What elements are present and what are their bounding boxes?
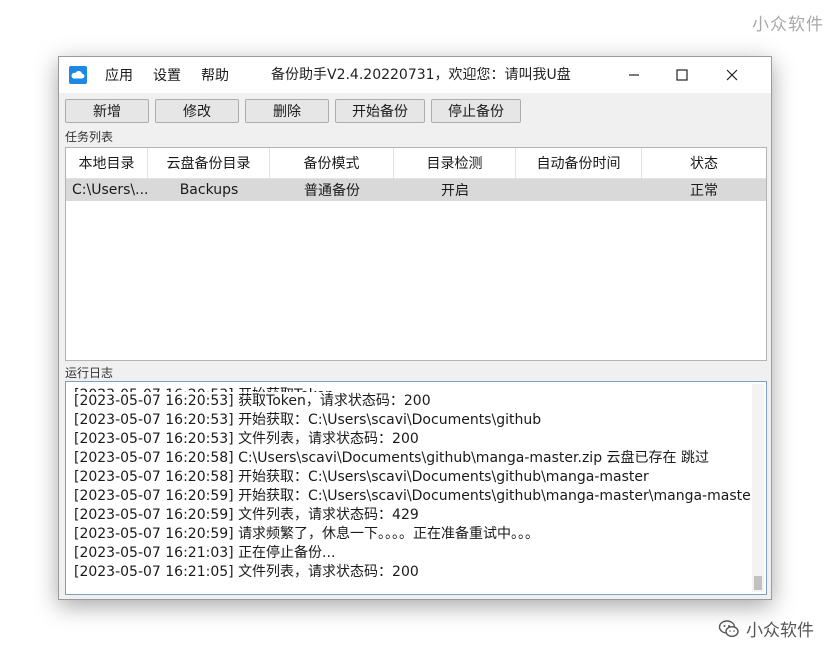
log-line: [2023-05-07 16:20:53] 获取Token，请求状态码：200 bbox=[74, 393, 431, 409]
add-task-button[interactable]: 新增 bbox=[65, 99, 149, 123]
wechat-icon bbox=[718, 619, 739, 637]
cell-auto-backup-time bbox=[516, 179, 642, 201]
log-line: [2023-05-07 16:21:03] 正在停止备份... bbox=[74, 545, 336, 561]
menu-item-help[interactable]: 帮助 bbox=[201, 65, 229, 85]
cell-cloud-dir: Backups bbox=[179, 182, 239, 198]
task-table: 本地目录 云盘备份目录 备份模式 目录检测 自动备份时间 状态 C:\Users… bbox=[65, 147, 767, 361]
log-line: [2023-05-07 16:20:59] 文件列表，请求状态码：429 bbox=[74, 507, 419, 523]
app-window: 应用 设置 帮助 备份助手V2.4.20220731，欢迎您：请叫我U盘 新增 … bbox=[58, 56, 772, 600]
log-line: [2023-05-07 16:20:53] 文件列表，请求状态码：200 bbox=[74, 431, 419, 447]
log-line: [2023-05-07 16:20:59] 请求频繁了，休息一下。。。。正在准备… bbox=[74, 526, 540, 542]
column-header-local-dir[interactable]: 本地目录 bbox=[66, 148, 148, 178]
log-line: [2023-05-07 16:20:53] 开始获取：C:\Users\scav… bbox=[74, 412, 542, 428]
minimize-icon bbox=[629, 74, 639, 76]
cell-local-dir: C:\Users\... bbox=[72, 182, 148, 198]
column-header-status[interactable]: 状态 bbox=[642, 148, 766, 178]
stop-backup-button[interactable]: 停止备份 bbox=[431, 99, 521, 123]
menu-item-settings[interactable]: 设置 bbox=[153, 65, 181, 85]
cell-status: 正常 bbox=[690, 183, 718, 199]
watermark-bottom-text: 小众软件 bbox=[746, 621, 814, 641]
start-backup-button[interactable]: 开始备份 bbox=[335, 99, 425, 123]
cloud-app-icon bbox=[69, 66, 87, 84]
table-row[interactable]: C:\Users\... Backups 普通备份 开启 正常 bbox=[66, 179, 766, 201]
delete-task-button[interactable]: 删除 bbox=[245, 99, 329, 123]
column-header-cloud-dir[interactable]: 云盘备份目录 bbox=[148, 148, 270, 178]
watermark-bottom: 小众软件 bbox=[718, 616, 814, 641]
close-icon bbox=[726, 69, 738, 81]
title-bar: 应用 设置 帮助 备份助手V2.4.20220731，欢迎您：请叫我U盘 bbox=[59, 57, 771, 93]
run-log-label: 运行日志 bbox=[65, 366, 114, 380]
window-title: 备份助手V2.4.20220731，欢迎您：请叫我U盘 bbox=[271, 67, 571, 83]
toolbar: 新增 修改 删除 开始备份 停止备份 bbox=[65, 99, 527, 123]
log-line: [2023-05-07 16:20:59] 开始获取：C:\Users\scav… bbox=[74, 488, 757, 504]
log-line: [2023-05-07 16:20:58] 开始获取：C:\Users\scav… bbox=[74, 469, 649, 485]
edit-task-button[interactable]: 修改 bbox=[155, 99, 239, 123]
column-header-auto-backup-time[interactable]: 自动备份时间 bbox=[516, 148, 642, 178]
maximize-icon bbox=[676, 69, 688, 81]
task-list-label: 任务列表 bbox=[65, 130, 114, 144]
log-lines: [2023-05-07 16:20:53] 开始获取Token... [2023… bbox=[74, 386, 757, 582]
watermark-top: 小众软件 bbox=[752, 15, 824, 35]
log-line: [2023-05-07 16:21:05] 文件列表，请求状态码：200 bbox=[74, 564, 419, 580]
task-table-header: 本地目录 云盘备份目录 备份模式 目录检测 自动备份时间 状态 bbox=[66, 148, 766, 179]
close-button[interactable] bbox=[707, 57, 757, 93]
log-scroll-thumb[interactable] bbox=[754, 576, 762, 590]
log-line: [2023-05-07 16:20:58] C:\Users\scavi\Doc… bbox=[74, 450, 709, 466]
cell-dir-check: 开启 bbox=[441, 183, 469, 199]
menu-item-app[interactable]: 应用 bbox=[105, 65, 133, 85]
run-log-textarea[interactable]: [2023-05-07 16:20:53] 开始获取Token... [2023… bbox=[65, 381, 767, 595]
column-header-backup-mode[interactable]: 备份模式 bbox=[270, 148, 394, 178]
column-header-dir-check[interactable]: 目录检测 bbox=[394, 148, 516, 178]
log-scrollbar[interactable] bbox=[752, 384, 764, 592]
menu-bar: 应用 设置 帮助 bbox=[105, 57, 249, 93]
cell-backup-mode: 普通备份 bbox=[304, 183, 360, 199]
maximize-button[interactable] bbox=[657, 57, 707, 93]
minimize-button[interactable] bbox=[609, 57, 659, 93]
